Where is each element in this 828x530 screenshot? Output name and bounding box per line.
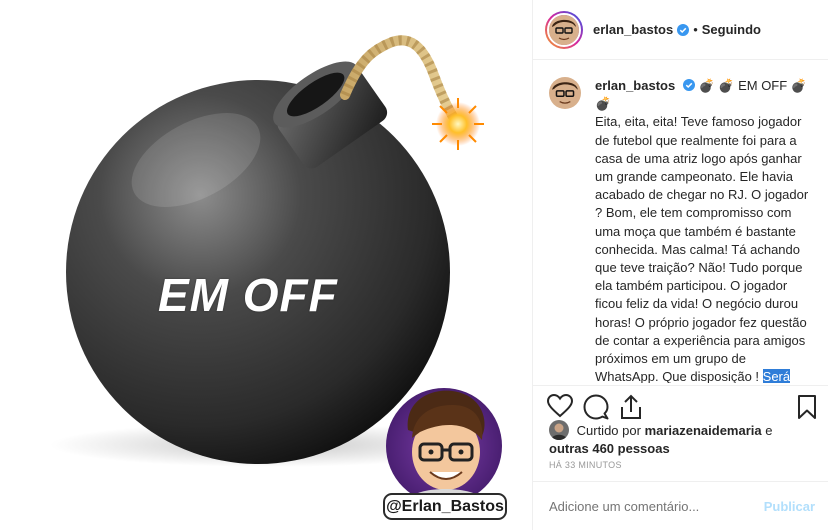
- post-timestamp[interactable]: HÁ 33 MINUTOS: [549, 460, 622, 470]
- comment-icon[interactable]: [583, 394, 609, 420]
- caption-username[interactable]: erlan_bastos: [595, 78, 675, 93]
- post-header: erlan_bastos • Seguindo: [533, 0, 828, 60]
- verified-icon: [677, 23, 690, 36]
- likes-connector: e: [765, 423, 773, 438]
- caption-title-emojis-left: 💣 💣: [698, 78, 735, 93]
- caption-avatar[interactable]: [549, 77, 581, 109]
- verified-icon: [682, 79, 695, 91]
- header-avatar[interactable]: [545, 10, 583, 49]
- bookmark-icon[interactable]: [797, 394, 817, 420]
- bomb-image: [50, 35, 502, 504]
- likes-prefix: Curtido por: [576, 423, 641, 438]
- likes-others-link[interactable]: outras 460 pessoas: [549, 441, 670, 456]
- follow-status-button[interactable]: Seguindo: [702, 22, 761, 37]
- caption-text: erlan_bastos 💣 💣 EM OFF 💣 💣 Eita, eita, …: [595, 77, 813, 383]
- action-bar: [533, 385, 828, 421]
- post-media[interactable]: EM OFF @Erlan_Bastos: [0, 0, 532, 530]
- caption-body: Eita, eita, eita! Teve famoso jogador de…: [595, 114, 809, 383]
- header-separator: •: [693, 22, 698, 37]
- post-panel: erlan_bastos • Seguindo erlan_bastos 💣 💣…: [532, 0, 828, 530]
- liker-avatar[interactable]: [549, 420, 569, 440]
- caption-title: EM OFF: [738, 78, 788, 93]
- bomb-label: EM OFF: [158, 269, 338, 321]
- comments-area: erlan_bastos 💣 💣 EM OFF 💣 💣 Eita, eita, …: [533, 61, 828, 383]
- share-icon[interactable]: [619, 394, 643, 420]
- heart-icon[interactable]: [547, 394, 573, 418]
- caption: erlan_bastos 💣 💣 EM OFF 💣 💣 Eita, eita, …: [549, 77, 813, 383]
- comment-input[interactable]: [549, 498, 764, 514]
- publish-button[interactable]: Publicar: [764, 499, 815, 514]
- liker-username[interactable]: mariazenaidemaria: [645, 423, 762, 438]
- likes-summary: Curtido por mariazenaidemaria e outras 4…: [549, 420, 819, 458]
- add-comment-bar: Publicar: [533, 481, 828, 530]
- watermark-handle: @Erlan_Bastos: [383, 493, 507, 520]
- header-username[interactable]: erlan_bastos: [593, 22, 673, 37]
